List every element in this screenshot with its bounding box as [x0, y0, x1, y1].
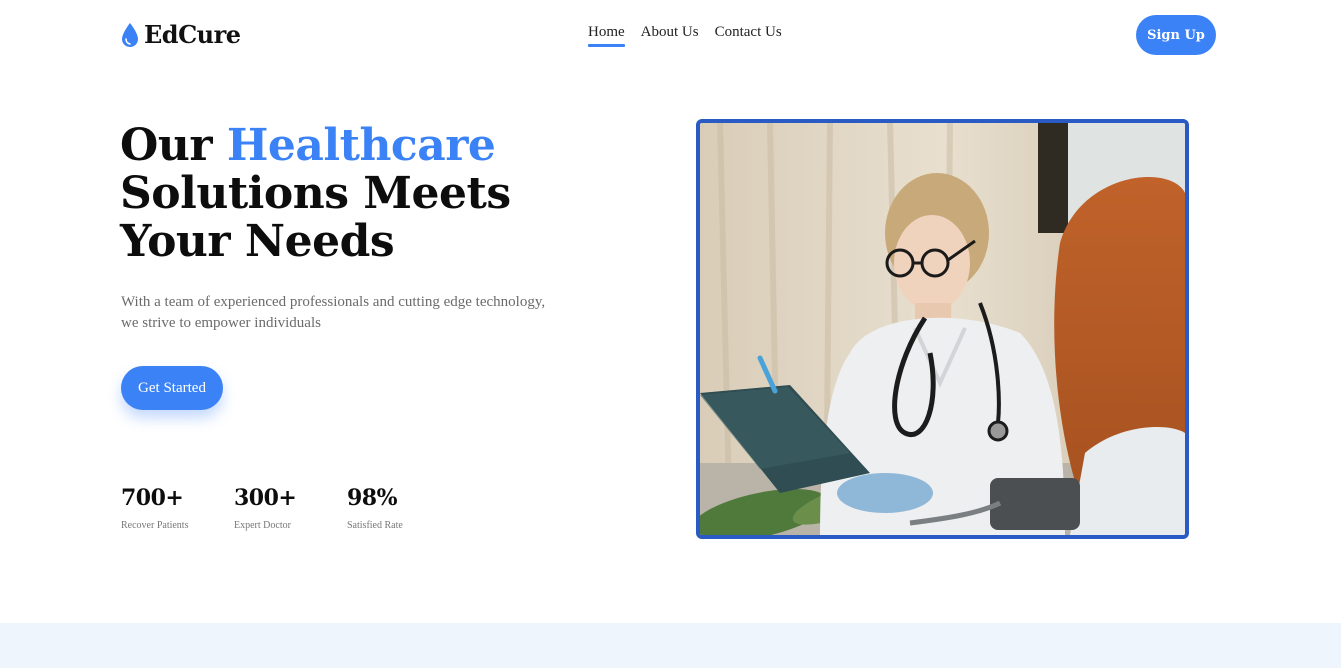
hero-title-line2: Solutions Meets	[120, 168, 511, 219]
sign-up-button[interactable]: Sign Up	[1136, 15, 1216, 55]
hero-title-line3: Your Needs	[120, 216, 395, 267]
stat-expert-doctor: 300+ Expert Doctor	[234, 484, 347, 531]
hero-description-line1: With a team of experienced professionals…	[121, 294, 546, 310]
stat-value: 98%	[347, 485, 398, 511]
stat-label: Expert Doctor	[234, 520, 291, 531]
stat-recover-patients: 700+ Recover Patients	[121, 484, 234, 531]
stats-row: 700+ Recover Patients 300+ Expert Doctor…	[121, 484, 460, 531]
hero-title-part1: Our	[120, 120, 227, 171]
brand-name: EdCure	[144, 20, 241, 49]
water-drop-icon	[122, 22, 138, 47]
stat-label: Recover Patients	[121, 520, 189, 531]
nav-link-about-us[interactable]: About Us	[641, 24, 699, 46]
top-navbar: EdCure Home About Us Contact Us Sign Up	[0, 0, 1341, 70]
stat-value: 700+	[121, 485, 184, 511]
stat-label: Satisfied Rate	[347, 520, 403, 531]
hero-title-accent: Healthcare	[226, 120, 496, 171]
doctor-patient-photo	[700, 123, 1185, 535]
get-started-button[interactable]: Get Started	[121, 366, 223, 410]
main-menu: Home About Us Contact Us	[588, 24, 782, 47]
next-section-band	[0, 623, 1341, 668]
stat-satisfied-rate: 98% Satisfied Rate	[347, 484, 460, 531]
brand-logo[interactable]: EdCure	[120, 20, 241, 49]
hero-description-line2: we strive to empower individuals	[121, 315, 321, 331]
hero-image	[696, 119, 1189, 539]
nav-link-home[interactable]: Home	[588, 24, 625, 47]
nav-link-contact-us[interactable]: Contact Us	[715, 24, 782, 46]
stat-value: 300+	[234, 485, 297, 511]
hero-title: Our Healthcare Solutions Meets Your Need…	[120, 122, 680, 266]
hero-description: With a team of experienced professionals…	[121, 292, 571, 334]
